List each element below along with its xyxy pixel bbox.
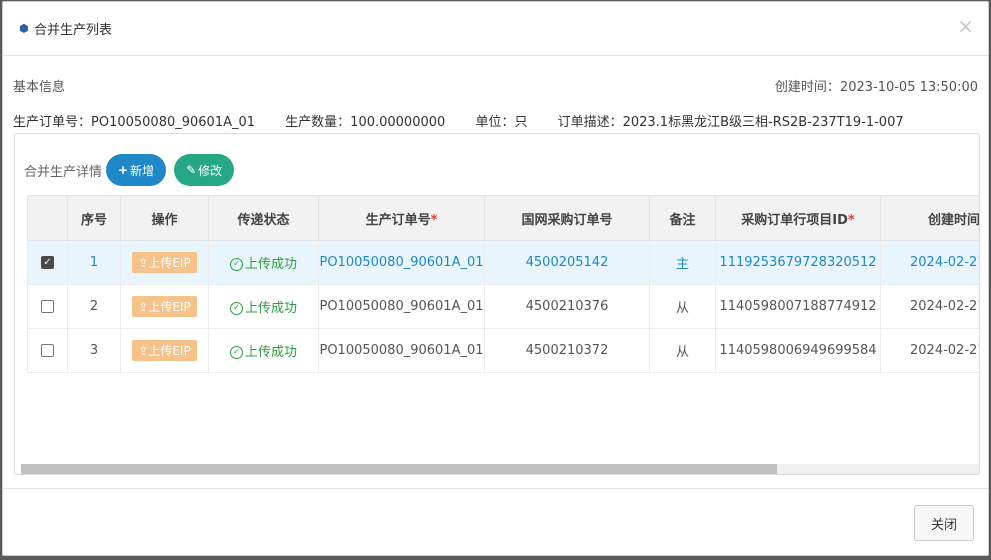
upload-eip-label: 上传EIP [148,256,191,270]
edit-button-label: 修改 [198,163,223,178]
row-item: 1119253679728320512 [715,240,881,285]
row-op: ⇪上传EIP [120,328,209,373]
status-text: 上传成功 [244,301,297,316]
order-description: 订单描述：2023.1标黑龙江B级三相-RS2B-237T19-1-007 [557,115,904,130]
required-mark: * [847,212,855,228]
add-button[interactable]: + 新增 [106,154,167,186]
row-remark: 从 [649,328,716,373]
close-icon[interactable]: × [957,16,974,36]
detail-table-wrap: 序号 操作 传递状态 生产订单号* 国网采购订单号 备注 采购订单行项目ID* … [27,195,979,465]
row-created: 2024-02-21 1 [880,328,979,373]
row-remark: 主 [649,240,716,285]
row-po: 4500210376 [484,284,650,329]
check-circle-icon: ✓ [229,302,243,315]
header-created: 创建时间 [880,195,979,241]
header-op: 操作 [120,195,209,241]
table-header-row: 序号 操作 传递状态 生产订单号* 国网采购订单号 备注 采购订单行项目ID* … [27,195,979,241]
detail-table: 序号 操作 传递状态 生产订单号* 国网采购订单号 备注 采购订单行项目ID* … [27,195,979,373]
row-op: ⇪上传EIP [120,284,209,329]
header-remark: 备注 [649,195,716,241]
row-status: ✓ 上传成功 [208,328,319,373]
footer-divider [3,488,988,489]
header-order-label: 生产订单号 [365,212,431,228]
required-mark: * [430,212,438,228]
header-status: 传递状态 [208,195,319,241]
row-seq: 1 [67,240,121,285]
plus-icon: + [118,163,129,177]
upload-icon: ⇪ [138,344,149,358]
scrollbar-thumb[interactable] [21,464,777,474]
modal-title-text: 合并生产列表 [34,23,113,38]
add-button-label: 新增 [130,163,155,178]
row-order: PO10050080_90601A_01 [318,284,485,329]
row-status: ✓ 上传成功 [208,240,319,285]
header-item: 采购订单行项目ID* [715,195,881,241]
row-status: ✓ 上传成功 [208,284,319,329]
row-seq: 3 [67,328,121,373]
upload-eip-button[interactable]: ⇪上传EIP [132,252,197,273]
upload-icon: ⇪ [138,256,149,270]
upload-eip-label: 上传EIP [148,344,191,358]
header-order: 生产订单号* [318,195,485,241]
merge-production-modal: ⬢ 合并生产列表 × 基本信息 创建时间：2023-10-05 13:50:00… [2,1,989,556]
row-po: 4500210372 [484,328,650,373]
header-item-label: 采购订单行项目ID [741,212,848,228]
upload-eip-button[interactable]: ⇪上传EIP [132,296,197,317]
table-row[interactable]: ✓ 1 ⇪上传EIP ✓ 上传成功 PO10050080_90601A_01 45… [27,240,979,285]
row-order: PO10050080_90601A_01 [318,240,485,285]
row-item: 1140598006949699584 [715,328,881,373]
row-op: ⇪上传EIP [120,240,209,285]
header-seq: 序号 [67,195,121,241]
upload-icon: ⇪ [138,300,149,314]
unit: 单位：只 [475,115,528,130]
row-select[interactable] [27,328,68,373]
check-circle-icon: ✓ [229,258,243,271]
row-item: 1140598007188774912 [715,284,881,329]
status-text: 上传成功 [244,257,297,272]
table-row[interactable]: 2 ⇪上传EIP ✓ 上传成功 PO10050080_90601A_01 4500… [27,284,979,329]
row-remark: 从 [649,284,716,329]
row-seq: 2 [67,284,121,329]
table-row[interactable]: 3 ⇪上传EIP ✓ 上传成功 PO10050080_90601A_01 4500… [27,328,979,373]
header-select [27,195,68,241]
row-select[interactable] [27,284,68,329]
hexagon-icon: ⬢ [19,21,29,35]
modal-header: ⬢ 合并生产列表 × [3,2,988,56]
status-text: 上传成功 [244,345,297,360]
row-created: 2024-02-21 1 [880,240,979,285]
pencil-icon: ✎ [186,163,197,177]
checkbox[interactable] [41,344,54,357]
row-po: 4500205142 [484,240,650,285]
modal-title: ⬢ 合并生产列表 [19,19,113,39]
order-summary: 生产订单号：PO10050080_90601A_01 生产数量：100.0000… [13,111,930,130]
check-circle-icon: ✓ [229,346,243,359]
checkbox-checked[interactable]: ✓ [41,256,54,269]
row-created: 2024-02-21 1 [880,284,979,329]
created-time: 创建时间：2023-10-05 13:50:00 [774,80,978,95]
header-po: 国网采购订单号 [484,195,650,241]
upload-eip-label: 上传EIP [148,300,191,314]
merge-detail-panel: 合并生产详情 + 新增 ✎ 修改 序号 操作 传递状态 生产订单号* 国网采购订… [14,133,980,475]
detail-label: 合并生产详情 [24,164,103,180]
section-label: 基本信息 [13,80,66,95]
production-quantity: 生产数量：100.00000000 [285,115,446,130]
detail-toolbar: 合并生产详情 + 新增 ✎ 修改 [24,154,242,186]
row-select[interactable]: ✓ [27,240,68,285]
close-button[interactable]: 关闭 [914,505,974,541]
checkbox[interactable] [41,300,54,313]
row-order: PO10050080_90601A_01 [318,328,485,373]
horizontal-scrollbar[interactable] [21,464,979,474]
order-number: 生产订单号：PO10050080_90601A_01 [13,115,256,130]
upload-eip-button[interactable]: ⇪上传EIP [132,340,197,361]
edit-button[interactable]: ✎ 修改 [174,154,235,186]
